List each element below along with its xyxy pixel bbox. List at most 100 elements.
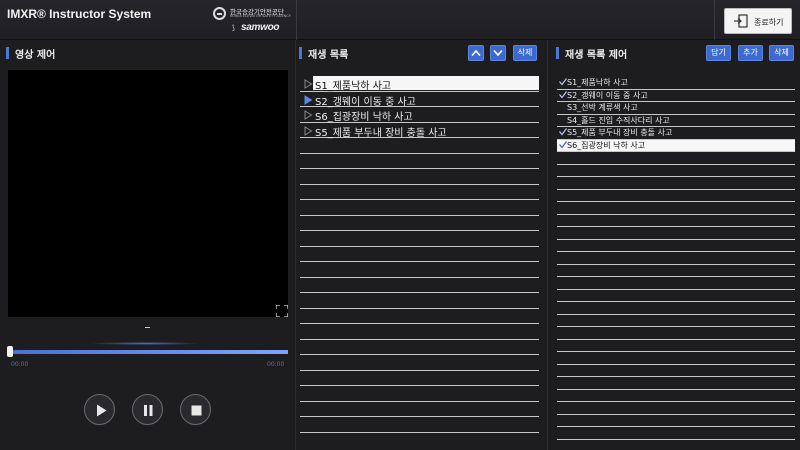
- play-icon: [97, 404, 107, 417]
- scenario-item-label: S4_홀드 진입 수직사다리 사고: [567, 115, 670, 125]
- stop-icon: [191, 405, 202, 416]
- play-button[interactable]: [84, 394, 115, 425]
- empty-row: [557, 415, 795, 427]
- playlist-item[interactable]: S6_집광장비 낙하 사고: [300, 107, 539, 123]
- samwoo-logo-icon: ⟆: [232, 24, 235, 32]
- chevron-down-icon: [493, 49, 503, 57]
- empty-row: [557, 340, 795, 352]
- empty-row: [557, 202, 795, 215]
- kosha-logo: 한국승강기안전공단 KOREA ELEVATOR SAFETY AGENCY: [213, 7, 295, 21]
- scenario-item[interactable]: S1_제품낙하 사고: [557, 77, 795, 90]
- exit-button-label: 종료하기: [754, 18, 784, 27]
- scenario-list: S1_제품낙하 사고 S2_갱웨이 이동 중 사고 S3_선박 계류색 사고 S4_홀…: [557, 77, 796, 440]
- empty-row: [557, 352, 795, 365]
- video-player[interactable]: [8, 70, 288, 317]
- header-accent-bar: [6, 47, 9, 59]
- check-icon: [559, 78, 567, 86]
- empty-row: [300, 185, 539, 200]
- playlist-delete-button[interactable]: 삭제: [513, 45, 537, 61]
- manage-delete-button[interactable]: 삭제: [769, 45, 794, 61]
- empty-row: [300, 340, 539, 355]
- playlist: S1_제품낙하 사고 S2_갱웨이 이동 중 사고 S6_집광장비 낙하 사고 S5_…: [300, 76, 540, 438]
- pause-icon: [144, 405, 153, 416]
- empty-row: [300, 386, 539, 402]
- empty-row: [300, 293, 539, 309]
- empty-row: [557, 252, 795, 265]
- stop-button[interactable]: [180, 394, 211, 425]
- column-divider: [295, 40, 296, 450]
- scenario-item[interactable]: S6_집광장비 낙하 사고: [557, 139, 795, 152]
- playlist-panel-title: 재생 목록: [308, 50, 349, 61]
- scenario-item[interactable]: S5_제품 부두내 장비 충돌 사고: [557, 127, 795, 140]
- playlist-item-label: S5_제품 부두내 장비 충돌 사고: [315, 127, 447, 139]
- play-marker-icon: [304, 79, 313, 89]
- empty-row: [557, 402, 795, 415]
- playlist-item[interactable]: S2_갱웨이 이동 중 사고: [300, 92, 539, 108]
- scenario-item-label: S2_갱웨이 이동 중 사고: [567, 90, 648, 100]
- fullscreen-icon[interactable]: [276, 305, 288, 317]
- seek-glow: [90, 342, 200, 345]
- empty-row: [300, 247, 539, 262]
- empty-row: [557, 390, 795, 402]
- pause-button[interactable]: [132, 394, 163, 425]
- empty-row: [300, 355, 539, 371]
- empty-row: [557, 227, 795, 240]
- empty-row: [300, 417, 539, 433]
- empty-row: [557, 327, 795, 340]
- top-divider: [714, 0, 715, 40]
- column-divider: [547, 40, 548, 450]
- caption-indicator: [145, 327, 150, 328]
- scenario-item[interactable]: S3_선박 계류색 사고: [557, 102, 795, 115]
- append-button[interactable]: 추가: [738, 45, 763, 61]
- empty-row: [300, 278, 539, 293]
- current-time: 00:00: [11, 361, 29, 368]
- empty-row: [557, 215, 795, 227]
- empty-row: [557, 427, 795, 440]
- add-to-playlist-button[interactable]: 담기: [706, 45, 731, 61]
- video-panel-title: 영상 제어: [15, 50, 56, 61]
- samwoo-logo-text: samwoo: [241, 22, 280, 33]
- empty-row: [557, 190, 795, 202]
- top-bar: IMXR® Instructor System 한국승강기안전공단 KOREA …: [0, 0, 800, 40]
- empty-row: [557, 265, 795, 277]
- check-icon: [559, 128, 567, 136]
- move-up-button[interactable]: [468, 45, 484, 61]
- top-divider: [296, 0, 297, 40]
- empty-row: [557, 290, 795, 302]
- scenario-item-label: S1_제품낙하 사고: [567, 78, 628, 87]
- play-marker-icon: [304, 94, 313, 105]
- empty-row: [557, 315, 795, 327]
- playlist-item-label: S2_갱웨이 이동 중 사고: [315, 96, 416, 108]
- empty-row: [557, 165, 795, 177]
- play-marker-icon: [304, 110, 313, 120]
- manage-panel-title: 재생 목록 제어: [565, 50, 628, 61]
- empty-row: [557, 302, 795, 315]
- empty-row: [557, 240, 795, 252]
- empty-row: [300, 169, 539, 185]
- scenario-item[interactable]: S2_갱웨이 이동 중 사고: [557, 90, 795, 102]
- empty-row: [300, 154, 539, 169]
- scenario-item-label: S5_제품 부두내 장비 충돌 사고: [567, 128, 673, 137]
- playlist-item[interactable]: S5_제품 부두내 장비 충돌 사고: [300, 123, 539, 139]
- playlist-item[interactable]: S1_제품낙하 사고: [300, 76, 539, 92]
- kosha-logo-subtitle: KOREA ELEVATOR SAFETY AGENCY: [230, 14, 291, 18]
- empty-row: [300, 200, 539, 216]
- scenario-item[interactable]: S4_홀드 진입 수직사다리 사고: [557, 115, 795, 127]
- seek-handle[interactable]: [7, 346, 13, 357]
- empty-row: [300, 262, 539, 278]
- empty-row: [557, 365, 795, 377]
- exit-button[interactable]: 종료하기: [724, 8, 792, 34]
- empty-row: [557, 177, 795, 190]
- empty-row: [300, 231, 539, 247]
- empty-row: [300, 371, 539, 386]
- play-marker-icon: [304, 125, 313, 136]
- empty-row: [557, 152, 795, 165]
- playlist-item-label: S6_집광장비 낙하 사고: [315, 112, 413, 123]
- scenario-item-label: S6_집광장비 낙하 사고: [567, 140, 646, 150]
- chevron-up-icon: [471, 49, 481, 57]
- video-panel-header: 영상 제어: [6, 44, 290, 62]
- playlist-item-label: S1_제품낙하 사고: [315, 81, 392, 92]
- move-down-button[interactable]: [490, 45, 506, 61]
- seek-progress: [9, 350, 288, 354]
- scenario-item-label: S3_선박 계류색 사고: [567, 103, 638, 112]
